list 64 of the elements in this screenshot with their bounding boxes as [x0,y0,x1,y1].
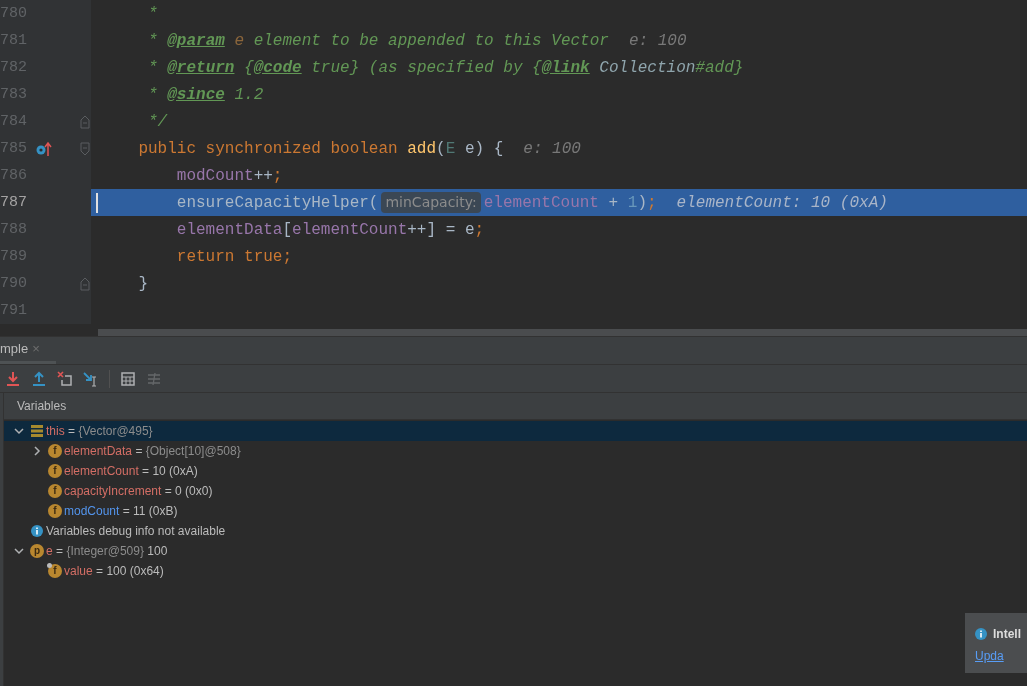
toolbar-button[interactable] [83,370,99,387]
override-icon[interactable] [36,140,52,157]
down-arrow-icon [5,370,21,387]
variable-label: e = {Integer@509} 100 [46,543,168,560]
tree-row[interactable]: p e = {Integer@509} 100 [4,541,1027,561]
code-line: ensureCapacityHelper( minCapacity: elementCount + 1); [175,191,657,215]
code-line: modCount++; [175,165,283,187]
chevron-icon[interactable] [14,426,24,436]
code-line: public synchronized boolean add(E e) { [137,138,504,160]
toolbar-button[interactable] [5,370,21,387]
info-message: Variables debug info not available [46,523,226,540]
lines-icon [146,370,162,387]
toolbar-button[interactable] [57,370,73,387]
inline-value: e: 100 [523,138,581,160]
info-icon [975,628,987,640]
line-number: 787 [0,193,28,212]
toolbar-button[interactable] [31,370,47,387]
up-arrow-icon [31,370,47,387]
cross-frame-icon [57,370,73,387]
tree-row[interactable]: f elementCount = 10 (0xA) [4,461,1027,481]
field-icon: f [48,504,62,518]
variable-label: value = 100 (0x64) [64,563,164,580]
code-line: * @param e element to be appended to this Vector [147,30,609,52]
variable-label: elementData = {Object[10]@508} [64,443,241,460]
variable-label: this = {Vector@495} [46,423,153,440]
arrow-cursor-icon [83,370,99,387]
code-line: * @return {@code true} (as specified by {@link Collection#add} [147,57,744,79]
fold-marker-icon[interactable] [80,114,90,129]
field-icon: f [48,444,62,458]
tree-row[interactable]: f capacityIncrement = 0 (0x0) [4,481,1027,501]
fold-marker-icon[interactable] [80,141,90,156]
tree-row[interactable]: f value = 100 (0x64) [4,561,1027,581]
inline-value: elementCount: 10 (0xA) [676,192,888,214]
panel-title: Variables [17,398,67,415]
tree-row[interactable]: Variables debug info not available [4,521,1027,541]
code-line: */ [147,111,168,133]
tree-row[interactable]: f elementData = {Object[10]@508} [4,441,1027,461]
code-line: } [137,273,148,295]
variable-label: modCount = 11 (0xB) [64,503,178,520]
toolbar-button[interactable] [120,370,136,387]
field-icon: f [48,464,62,478]
chevron-icon[interactable] [32,446,42,456]
calculator-icon [120,370,136,387]
horizontal-scrollbar[interactable] [98,329,1027,336]
variable-label: capacityIncrement = 0 (0x0) [64,483,213,500]
info-icon [31,525,43,537]
chevron-icon[interactable] [14,546,24,556]
code-line: * [147,3,158,25]
tree-row[interactable]: this = {Vector@495} [4,421,1027,441]
fold-marker-icon[interactable] [80,276,90,291]
text-cursor [96,192,98,213]
field-icon: f [48,564,62,578]
tree-row[interactable]: f modCount = 11 (0xB) [4,501,1027,521]
parameter-icon: p [30,544,44,558]
debug-tab[interactable]: mple × [0,337,56,364]
field-icon: f [48,484,62,498]
stack-icon [31,425,43,437]
inline-value: e: 100 [628,30,687,52]
code-line: * @since 1.2 [147,84,264,106]
notification-title: Intell [993,626,1021,643]
tab-label: mple [0,340,29,359]
code-line: return true; [175,246,293,268]
variable-label: elementCount = 10 (0xA) [64,463,198,480]
code-line: elementData[elementCount++] = e; [175,219,485,241]
